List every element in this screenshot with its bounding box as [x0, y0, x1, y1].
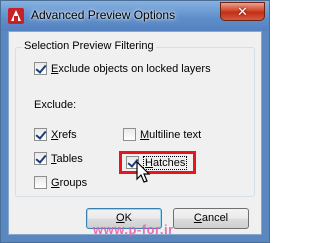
group-title: Selection Preview Filtering	[22, 40, 156, 52]
window-title: Advanced Preview Options	[31, 8, 176, 22]
selection-preview-filtering-group: Selection Preview Filtering Exclude obje…	[15, 40, 255, 197]
xrefs-checkbox[interactable]	[34, 128, 47, 141]
exclude-locked-layers-checkbox[interactable]	[34, 62, 47, 75]
groups-label[interactable]: Groups	[51, 177, 87, 189]
multiline-text-option[interactable]: Multiline text	[123, 127, 201, 142]
tables-checkbox[interactable]	[34, 152, 47, 165]
close-button[interactable]: ✕	[220, 2, 265, 21]
multiline-text-label[interactable]: Multiline text	[140, 129, 201, 141]
xrefs-option[interactable]: Xrefs	[34, 127, 77, 142]
mouse-pointer-icon	[136, 161, 151, 183]
title-bar[interactable]: Advanced Preview Options ✕	[1, 1, 269, 31]
watermark-text: www.p-for.ir	[93, 222, 174, 237]
dialog-window: Advanced Preview Options ✕ Selection Pre…	[0, 0, 270, 243]
groups-option[interactable]: Groups	[34, 175, 87, 190]
xrefs-label[interactable]: Xrefs	[51, 129, 77, 141]
check-mark-icon	[35, 62, 47, 74]
check-mark-icon	[35, 152, 47, 164]
check-mark-icon	[35, 128, 47, 140]
tables-option[interactable]: Tables	[34, 151, 83, 166]
exclude-locked-layers-option[interactable]: Exclude objects on locked layers	[34, 61, 211, 76]
exclude-locked-layers-label[interactable]: Exclude objects on locked layers	[51, 63, 211, 75]
multiline-text-checkbox[interactable]	[123, 128, 136, 141]
groups-checkbox[interactable]	[34, 176, 47, 189]
tables-label[interactable]: Tables	[51, 153, 83, 165]
dialog-client-area: Selection Preview Filtering Exclude obje…	[8, 31, 262, 235]
autocad-icon	[8, 8, 24, 24]
exclude-label: Exclude:	[34, 99, 77, 111]
cancel-button[interactable]: Cancel	[173, 208, 249, 229]
